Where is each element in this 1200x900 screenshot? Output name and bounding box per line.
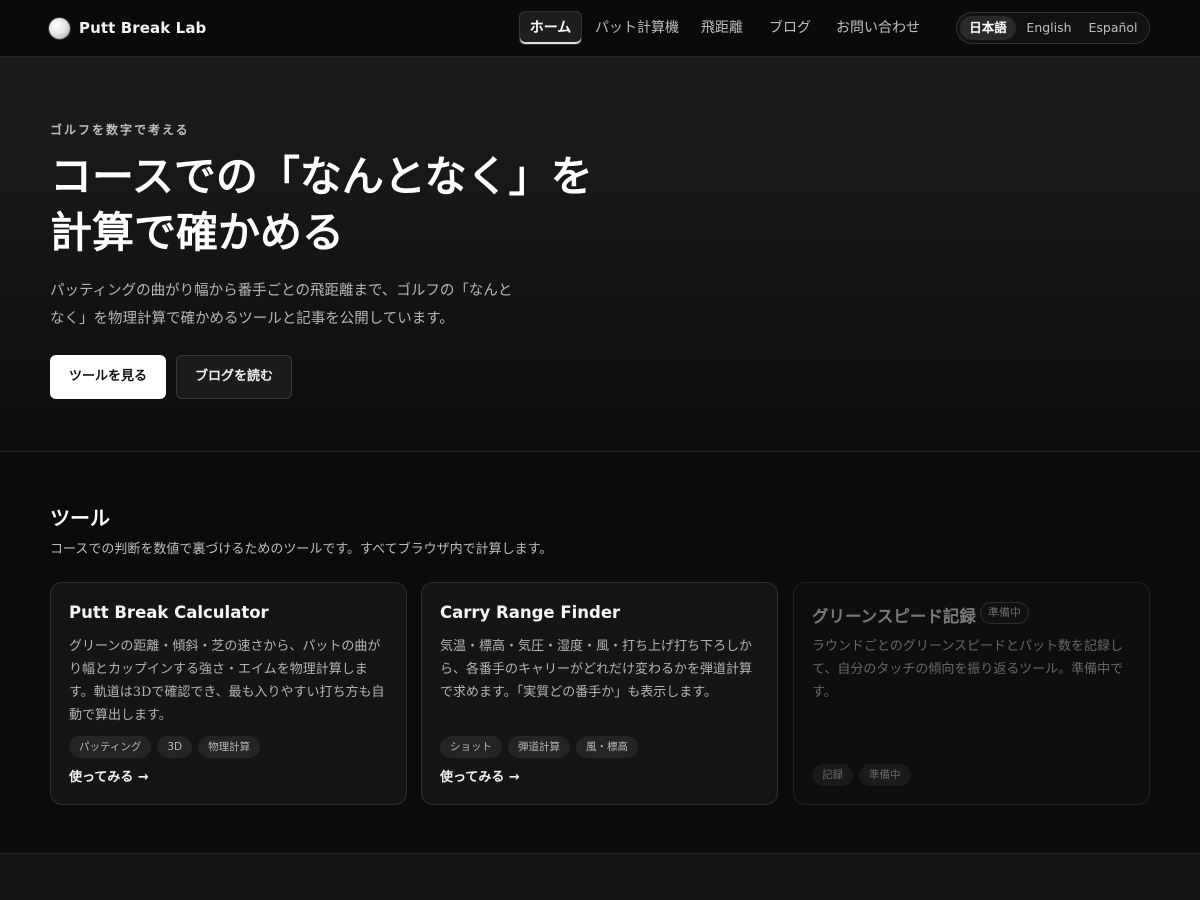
tool-card-green-speed: グリーンスピード記録 準備中 ラウンドごとのグリーンスピードとパット数を記録し …: [793, 582, 1150, 805]
golf-ball-icon: [49, 17, 70, 39]
language-switcher: 日本語 English Español: [956, 12, 1150, 44]
tool-card-title: Carry Range Finder: [440, 603, 621, 622]
hero-title-line1: コースでの「なんとなく」を: [50, 152, 593, 201]
tool-card-desc-line: 動で算出します。: [69, 708, 172, 723]
hero-desc-line1: パッティングの曲がり幅から番手ごとの飛距離まで、ゴルフの「なんと: [50, 283, 513, 299]
site-logo-text: Putt Break Lab: [79, 19, 207, 37]
hero-section: ゴルフを数字で考える コースでの「なんとなく」を 計算で確かめる パッティングの…: [0, 57, 1200, 452]
hero-title-line2: 計算で確かめる: [50, 208, 345, 257]
tag: 風・標高: [576, 736, 638, 758]
tools-title: ツール: [50, 506, 110, 530]
tool-card-description: グリーンの距離・傾斜・芝の速さから、パットの曲が り幅とカップインする強さ・エイ…: [69, 635, 391, 727]
tag: ショット: [440, 736, 502, 758]
lang-japanese[interactable]: 日本語: [960, 16, 1016, 40]
try-carry-range-link[interactable]: 使ってみる →: [440, 766, 520, 785]
coming-soon-badge: 準備中: [980, 602, 1029, 624]
hero-desc-line2: なく」を物理計算で確かめるツールと記事を公開しています。: [50, 311, 454, 327]
tool-card-desc-line: ら、各番手のキャリーがどれだけ変わるかを弾道計算: [440, 662, 753, 677]
tool-card-carry-range[interactable]: Carry Range Finder 気温・標高・気圧・湿度・風・打ち上げ打ち下…: [421, 582, 778, 805]
tool-card-tags: パッティング 3D 物理計算: [69, 736, 261, 758]
tag: パッティング: [69, 736, 152, 758]
tool-card-description: ラウンドごとのグリーンスピードとパット数を記録し て、自分のタッチの傾向を振り返…: [812, 635, 1134, 704]
tool-card-desc-line: グリーンの距離・傾斜・芝の速さから、パットの曲が: [69, 639, 381, 654]
nav-putt-calculator[interactable]: パット計算機: [591, 11, 683, 45]
tool-card-desc-line: ラウンドごとのグリーンスピードとパット数を記録し: [812, 639, 1123, 654]
tools-description: コースでの判断を数値で裏づけるためのツールです。すべてブラウザ内で計算します。: [50, 542, 553, 557]
tool-card-description: 気温・標高・気圧・湿度・風・打ち上げ打ち下ろしか ら、各番手のキャリーがどれだけ…: [440, 635, 762, 704]
site-header: Putt Break Lab ホーム パット計算機 飛距離 ブログ お問い合わせ…: [0, 0, 1200, 57]
hero-eyebrow: ゴルフを数字で考える: [50, 123, 190, 137]
next-section-band: [0, 853, 1200, 900]
tag: 物理計算: [198, 736, 261, 758]
nav-blog[interactable]: ブログ: [765, 11, 815, 45]
read-blog-button[interactable]: ブログを読む: [176, 355, 292, 399]
nav-home[interactable]: ホーム: [519, 11, 582, 45]
lang-english[interactable]: English: [1021, 16, 1077, 40]
tag: 記録: [812, 764, 853, 786]
tag: 3D: [157, 736, 193, 758]
tool-card-desc-line: り幅とカップインする強さ・エイムを物理計算しま: [69, 662, 368, 677]
tool-card-putt-break[interactable]: Putt Break Calculator グリーンの距離・傾斜・芝の速さから、…: [50, 582, 407, 805]
tool-card-desc-line: て、自分のタッチの傾向を振り返るツール。準備中で: [812, 662, 1124, 677]
tool-card-desc-line: 気温・標高・気圧・湿度・風・打ち上げ打ち下ろしか: [440, 639, 753, 654]
nav-carry-distance[interactable]: 飛距離: [697, 11, 747, 45]
tool-card-desc-line: で求めます。「実質どの番手か」も表示します。: [440, 685, 717, 700]
hero-description: パッティングの曲がり幅から番手ごとの飛距離まで、ゴルフの「なんと なく」を物理計…: [50, 277, 540, 333]
tool-card-tags: ショット 弾道計算 風・標高: [440, 736, 638, 758]
try-putt-break-link[interactable]: 使ってみる →: [69, 766, 149, 785]
site-logo[interactable]: Putt Break Lab: [49, 16, 206, 40]
tag: 弾道計算: [508, 736, 570, 758]
tag: 準備中: [859, 764, 911, 786]
hero-title: コースでの「なんとなく」を 計算で確かめる: [50, 149, 670, 261]
lang-spanish[interactable]: Español: [1083, 16, 1143, 40]
tool-card-desc-line: す。: [812, 685, 837, 700]
tool-card-title: グリーンスピード記録: [812, 607, 976, 626]
tool-card-title: Putt Break Calculator: [69, 603, 269, 622]
tool-card-desc-line: す。軌道は3Dで確認でき、最も入りやすい打ち方も自: [69, 685, 385, 700]
view-tools-button[interactable]: ツールを見る: [50, 355, 166, 399]
nav-contact[interactable]: お問い合わせ: [832, 11, 924, 45]
tool-card-tags: 記録 準備中: [812, 764, 911, 786]
